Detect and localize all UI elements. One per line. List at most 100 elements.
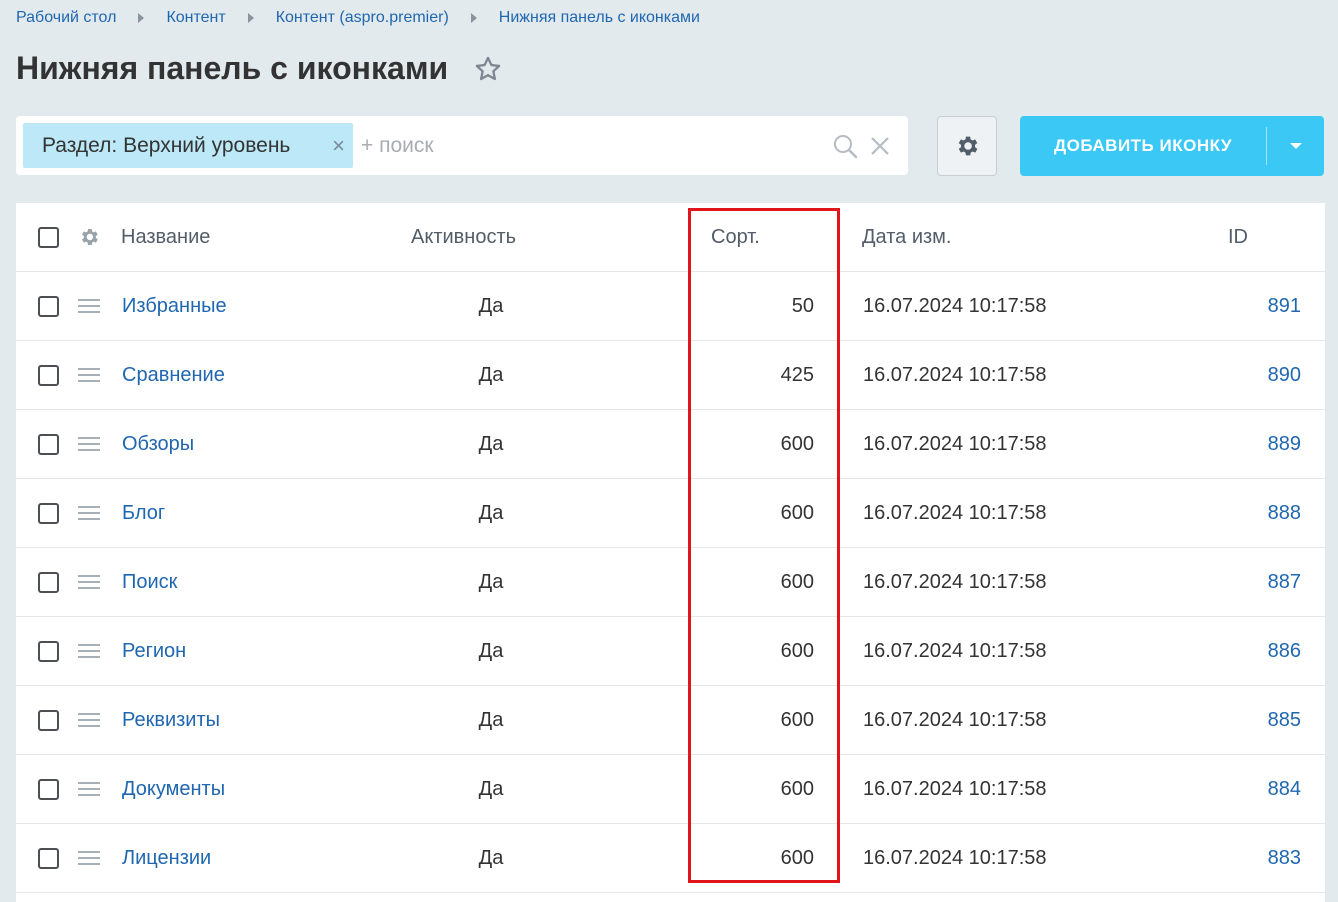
- row-checkbox-cell: [38, 617, 59, 685]
- gear-icon[interactable]: [78, 226, 100, 248]
- table-row[interactable]: Избранные Да 50 16.07.2024 10:17:58 891: [16, 272, 1325, 341]
- row-date: 16.07.2024 10:17:58: [863, 846, 1047, 869]
- row-sort: 600: [780, 501, 814, 524]
- filter-tag-label: Раздел: Верхний уровень: [42, 133, 291, 157]
- row-id-link[interactable]: 885: [1216, 686, 1301, 754]
- row-checkbox-cell: [38, 272, 59, 340]
- row-checkbox[interactable]: [38, 502, 59, 524]
- row-date: 16.07.2024 10:17:58: [863, 294, 1047, 317]
- chevron-down-icon: [1289, 143, 1302, 149]
- star-icon[interactable]: [474, 55, 502, 83]
- row-name-link[interactable]: Документы: [122, 755, 225, 823]
- column-header-date[interactable]: Дата изм.: [862, 203, 952, 271]
- row-drag-cell: [78, 272, 100, 340]
- items-grid: Название Активность Сорт. Дата изм. ID И…: [16, 203, 1325, 902]
- breadcrumb-item-content-aspro[interactable]: Контент (aspro.premier): [276, 9, 449, 27]
- drag-handle-icon[interactable]: [78, 437, 100, 451]
- row-checkbox[interactable]: [38, 640, 59, 662]
- table-row[interactable]: Лицензии Да 600 16.07.2024 10:17:58 883: [16, 824, 1325, 893]
- drag-handle-icon[interactable]: [78, 368, 100, 382]
- row-checkbox[interactable]: [38, 847, 59, 869]
- table-row[interactable]: Реквизиты Да 600 16.07.2024 10:17:58 885: [16, 686, 1325, 755]
- row-date: 16.07.2024 10:17:58: [863, 432, 1047, 455]
- gear-icon: [954, 133, 980, 159]
- page-title: Нижняя панель с иконками: [16, 50, 449, 86]
- row-date: 16.07.2024 10:17:58: [863, 363, 1047, 386]
- drag-handle-icon[interactable]: [78, 575, 100, 589]
- row-sort: 600: [780, 777, 814, 800]
- search-icon[interactable]: [832, 133, 858, 159]
- drag-handle-icon[interactable]: [78, 851, 100, 865]
- row-name-link[interactable]: Сравнение: [122, 341, 225, 409]
- drag-handle-icon[interactable]: [78, 644, 100, 658]
- row-sort: 600: [780, 432, 814, 455]
- row-active: Да: [478, 777, 504, 800]
- row-name-link[interactable]: Лицензии: [122, 824, 211, 892]
- row-sort: 600: [780, 639, 814, 662]
- table-row[interactable]: Сравнение Да 425 16.07.2024 10:17:58 890: [16, 341, 1325, 410]
- table-row[interactable]: Блог Да 600 16.07.2024 10:17:58 888: [16, 479, 1325, 548]
- row-drag-cell: [78, 410, 100, 478]
- drag-handle-icon[interactable]: [78, 299, 100, 313]
- chevron-right-icon: [247, 13, 254, 23]
- row-checkbox[interactable]: [38, 295, 59, 317]
- row-date: 16.07.2024 10:17:58: [863, 777, 1047, 800]
- row-checkbox[interactable]: [38, 778, 59, 800]
- row-checkbox-cell: [38, 686, 59, 754]
- row-active: Да: [478, 570, 504, 593]
- row-name-link[interactable]: Избранные: [122, 272, 227, 340]
- row-checkbox[interactable]: [38, 364, 59, 386]
- row-checkbox[interactable]: [38, 571, 59, 593]
- breadcrumb-item-content[interactable]: Контент: [166, 9, 225, 27]
- close-icon[interactable]: [868, 134, 892, 158]
- row-id-link[interactable]: 886: [1216, 617, 1301, 685]
- table-row[interactable]: Документы Да 600 16.07.2024 10:17:58 884: [16, 755, 1325, 824]
- row-name-link[interactable]: Регион: [122, 617, 186, 685]
- row-drag-cell: [78, 341, 100, 409]
- chevron-right-icon: [470, 13, 477, 23]
- row-id-link[interactable]: 884: [1216, 755, 1301, 823]
- grid-header-row: Название Активность Сорт. Дата изм. ID: [16, 203, 1325, 272]
- settings-button[interactable]: [937, 116, 997, 176]
- row-checkbox-cell: [38, 410, 59, 478]
- row-active: Да: [478, 708, 504, 731]
- row-drag-cell: [78, 548, 100, 616]
- row-id-link[interactable]: 887: [1216, 548, 1301, 616]
- column-header-id[interactable]: ID: [1228, 203, 1248, 271]
- breadcrumb-item-current[interactable]: Нижняя панель с иконками: [499, 9, 700, 27]
- search-input[interactable]: + поиск: [361, 134, 832, 158]
- add-icon-button[interactable]: ДОБАВИТЬ ИКОНКУ: [1020, 116, 1324, 176]
- row-name-link[interactable]: Реквизиты: [122, 686, 220, 754]
- drag-handle-icon[interactable]: [78, 782, 100, 796]
- drag-handle-icon[interactable]: [78, 713, 100, 727]
- row-name-link[interactable]: Обзоры: [122, 410, 194, 478]
- column-header-sort[interactable]: Сорт.: [711, 203, 760, 271]
- tag-remove-icon[interactable]: ×: [332, 134, 345, 157]
- row-drag-cell: [78, 755, 100, 823]
- row-active: Да: [478, 501, 504, 524]
- row-checkbox[interactable]: [38, 709, 59, 731]
- page: Рабочий стол Контент Контент (aspro.prem…: [0, 0, 1338, 902]
- row-checkbox[interactable]: [38, 433, 59, 455]
- breadcrumb-item-desktop[interactable]: Рабочий стол: [16, 9, 116, 27]
- row-id-link[interactable]: 890: [1216, 341, 1301, 409]
- row-sort: 600: [780, 846, 814, 869]
- filter-tag-section[interactable]: Раздел: Верхний уровень ×: [23, 123, 353, 168]
- row-name-link[interactable]: Поиск: [122, 548, 177, 616]
- row-name-link[interactable]: Блог: [122, 479, 165, 547]
- column-header-active[interactable]: Активность: [411, 203, 516, 271]
- column-header-name[interactable]: Название: [121, 203, 210, 271]
- table-row[interactable]: Обзоры Да 600 16.07.2024 10:17:58 889: [16, 410, 1325, 479]
- select-all-checkbox[interactable]: [38, 226, 59, 248]
- filter-search-box[interactable]: Раздел: Верхний уровень × + поиск: [16, 116, 908, 175]
- table-row[interactable]: Регион Да 600 16.07.2024 10:17:58 886: [16, 617, 1325, 686]
- drag-handle-icon[interactable]: [78, 506, 100, 520]
- row-id-link[interactable]: 883: [1216, 824, 1301, 892]
- row-active: Да: [478, 846, 504, 869]
- table-row[interactable]: Поиск Да 600 16.07.2024 10:17:58 887: [16, 548, 1325, 617]
- add-button-dropdown[interactable]: [1267, 143, 1324, 149]
- add-icon-button-label: ДОБАВИТЬ ИКОНКУ: [1054, 136, 1232, 155]
- row-id-link[interactable]: 891: [1216, 272, 1301, 340]
- row-id-link[interactable]: 889: [1216, 410, 1301, 478]
- row-id-link[interactable]: 888: [1216, 479, 1301, 547]
